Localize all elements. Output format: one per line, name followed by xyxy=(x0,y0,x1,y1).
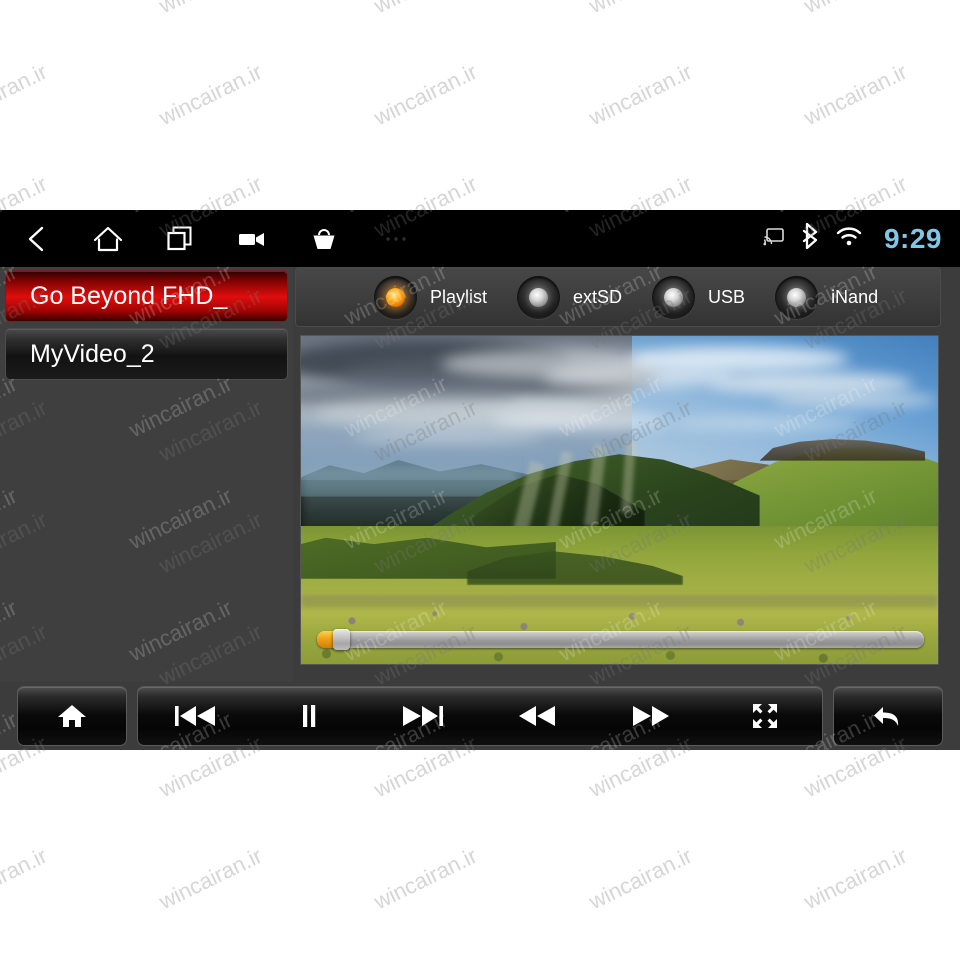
playlist-item-label: Go Beyond FHD_ xyxy=(30,281,228,310)
rewind-icon xyxy=(517,703,557,729)
video-camera-icon[interactable] xyxy=(216,210,288,267)
watermark-text: wincairan.ir xyxy=(154,842,266,915)
home-icon[interactable] xyxy=(72,210,144,267)
android-status-bar: 9:29 xyxy=(0,210,960,267)
watermark-text: wincairan.ir xyxy=(155,0,266,19)
back-icon[interactable] xyxy=(0,210,72,267)
watermark-text: wincairan.ir xyxy=(799,842,911,915)
source-option-label: Playlist xyxy=(430,286,488,307)
watermark-text: wincairan.ir xyxy=(584,58,696,131)
watermark-text: wincairan.ir xyxy=(0,955,51,960)
watermark-text: wincairan.ir xyxy=(585,0,696,19)
watermark-text: wincairan.ir xyxy=(369,58,481,131)
video-viewport[interactable] xyxy=(300,335,939,665)
watermark-text: wincairan.ir xyxy=(155,955,266,960)
watermark-text: wincairan.ir xyxy=(0,842,51,915)
playlist-item-label: MyVideo_2 xyxy=(30,339,155,368)
return-arrow-icon xyxy=(872,702,904,730)
watermark-text: wincairan.ir xyxy=(800,955,911,960)
rewind-button[interactable] xyxy=(480,687,594,745)
playlist-sidebar: Go Beyond FHD_ MyVideo_2 xyxy=(0,267,293,682)
wifi-icon xyxy=(835,225,863,252)
watermark-text: wincairan.ir xyxy=(585,955,696,960)
watermark-text: wincairan.ir xyxy=(369,842,481,915)
watermark-text: wincairan.ir xyxy=(800,0,911,19)
source-option-label: extSD xyxy=(573,286,623,307)
pause-icon xyxy=(299,703,319,729)
radio-led-icon xyxy=(652,275,696,319)
player-panel: Playlist extSD USB iNand xyxy=(295,267,941,682)
next-track-icon xyxy=(401,703,445,729)
previous-track-button[interactable] xyxy=(138,687,252,745)
source-option-inand[interactable]: iNand xyxy=(775,275,879,319)
more-dots-icon[interactable] xyxy=(360,210,432,267)
transport-button-group xyxy=(137,686,823,746)
next-track-button[interactable] xyxy=(366,687,480,745)
status-bar-clock: 9:29 xyxy=(883,222,942,254)
video-frame-image xyxy=(301,336,938,664)
playlist-item-1[interactable]: MyVideo_2 xyxy=(5,328,288,380)
source-option-extsd[interactable]: extSD xyxy=(517,275,623,319)
status-bar-indicator-group: 9:29 xyxy=(763,223,960,255)
cast-icon xyxy=(763,226,785,251)
watermark-text: wincairan.ir xyxy=(0,0,51,19)
video-seek-bar[interactable] xyxy=(317,629,924,650)
pause-button[interactable] xyxy=(252,687,366,745)
recents-icon[interactable] xyxy=(144,210,216,267)
home-icon xyxy=(57,702,87,730)
watermark-text: wincairan.ir xyxy=(370,955,481,960)
player-control-bar xyxy=(0,682,960,750)
source-option-usb[interactable]: USB xyxy=(652,275,746,319)
watermark-text: wincairan.ir xyxy=(799,58,911,131)
previous-track-icon xyxy=(173,703,217,729)
app-body: Go Beyond FHD_ MyVideo_2 Playlist extSD xyxy=(0,267,960,750)
home-button[interactable] xyxy=(18,687,126,745)
basket-icon[interactable] xyxy=(288,210,360,267)
watermark-text: wincairan.ir xyxy=(370,0,481,19)
watermark-text: wincairan.ir xyxy=(154,58,266,131)
seek-track[interactable] xyxy=(317,631,924,648)
source-option-label: iNand xyxy=(831,286,879,307)
source-selector-row: Playlist extSD USB iNand xyxy=(295,267,941,327)
bluetooth-icon xyxy=(800,222,820,254)
radio-led-icon xyxy=(775,275,819,319)
back-button[interactable] xyxy=(834,687,942,745)
fullscreen-icon xyxy=(751,702,779,730)
home-button-group xyxy=(17,686,127,746)
watermark-text: wincairan.ir xyxy=(584,842,696,915)
status-bar-nav-group xyxy=(0,210,432,267)
radio-led-icon xyxy=(374,275,417,319)
back-button-group xyxy=(833,686,943,746)
seek-thumb-handle[interactable] xyxy=(333,629,351,650)
radio-led-icon xyxy=(517,275,561,319)
watermark-text: wincairan.ir xyxy=(0,58,51,131)
car-head-unit-screen: 9:29 Go Beyond FHD_ MyVideo_2 Playlist e… xyxy=(0,210,960,750)
playlist-item-0[interactable]: Go Beyond FHD_ xyxy=(5,270,288,322)
fast-forward-icon xyxy=(631,703,671,729)
source-option-label: USB xyxy=(708,286,746,307)
source-option-playlist[interactable]: Playlist xyxy=(374,275,488,319)
fast-forward-button[interactable] xyxy=(594,687,708,745)
fullscreen-button[interactable] xyxy=(708,687,822,745)
